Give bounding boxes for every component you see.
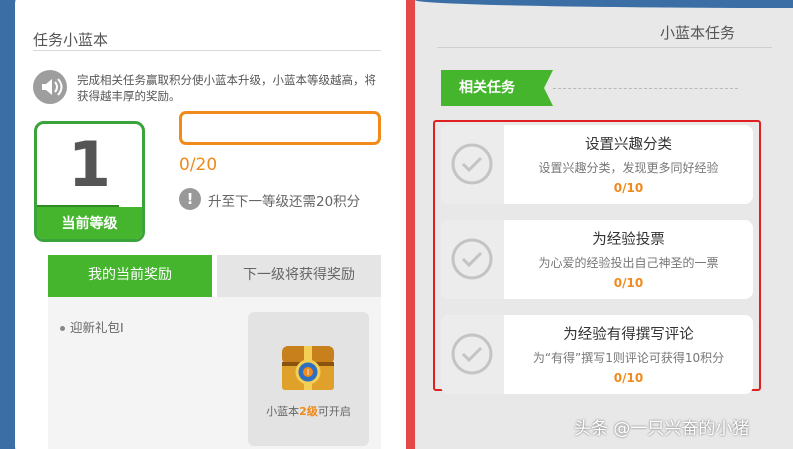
section-ribbon: 相关任务: [441, 70, 553, 108]
right-title-divider: [437, 47, 772, 48]
level-box: 1 当前等级: [34, 121, 145, 242]
level-number: 1: [67, 128, 112, 201]
progress-text: 0/20: [179, 155, 218, 175]
chest-card[interactable]: I 小蓝本2级可开启: [248, 312, 369, 446]
task-desc: 为心爱的经验投出自己神圣的一票: [538, 256, 719, 270]
warn-text: 升至下一等级还需20积分: [208, 194, 361, 210]
reward-tabs: 我的当前奖励 下一级将获得奖励: [48, 255, 381, 305]
task-icon-cell: [441, 315, 504, 394]
task-icon-cell: [441, 220, 504, 299]
task-count: 0/10: [613, 371, 644, 385]
task-card[interactable]: 设置兴趣分类 设置兴趣分类，发现更多同好经验 0/10: [441, 125, 753, 204]
tab-next-reward[interactable]: 下一级将获得奖励: [217, 255, 381, 297]
task-card[interactable]: 为经验有得撰写评论 为“有得”撰写1则评论可获得10积分 0/10: [441, 315, 753, 394]
check-circle-icon: [451, 238, 493, 280]
watermark: 头条 @一只兴奋的小猪: [574, 419, 750, 439]
check-circle-icon: [451, 143, 493, 185]
speaker-icon: [33, 70, 67, 104]
right-page-title: 小蓝本任务: [660, 24, 736, 42]
page-divider: [406, 0, 415, 449]
task-title: 为经验有得撰写评论: [563, 327, 694, 343]
notice-text: 完成相关任务赢取积分使小蓝本升级，小蓝本等级越高，将获得越丰厚的奖励。: [77, 73, 376, 103]
task-icon-cell: [441, 125, 504, 204]
task-desc: 为“有得”撰写1则评论可获得10积分: [532, 351, 725, 365]
svg-text:I: I: [307, 368, 309, 377]
task-title: 为经验投票: [592, 232, 665, 248]
left-page-title: 任务小蓝本: [33, 31, 109, 49]
tab-current-reward[interactable]: 我的当前奖励: [48, 255, 212, 305]
chest-caption-prefix: 小蓝本: [266, 405, 300, 418]
ribbon-dashed-line: [553, 88, 738, 89]
reward-item: 迎新礼包I: [60, 317, 124, 336]
task-count: 0/10: [613, 181, 644, 195]
exclamation-icon: !: [179, 188, 201, 210]
task-card[interactable]: 为经验投票 为心爱的经验投出自己神圣的一票 0/10: [441, 220, 753, 299]
progress-bar: [179, 111, 381, 145]
level-label: 当前等级: [37, 207, 142, 239]
chest-caption: 小蓝本2级可开启: [248, 403, 369, 419]
task-count: 0/10: [613, 276, 644, 290]
title-divider: [33, 50, 381, 51]
task-title: 设置兴趣分类: [585, 137, 672, 153]
task-desc: 设置兴趣分类，发现更多同好经验: [538, 161, 719, 175]
check-circle-icon: [451, 333, 493, 375]
chest-caption-suffix: 可开启: [317, 405, 351, 418]
treasure-chest-icon: I: [280, 342, 336, 392]
chest-caption-level: 2级: [299, 405, 318, 418]
section-label: 相关任务: [441, 70, 553, 106]
